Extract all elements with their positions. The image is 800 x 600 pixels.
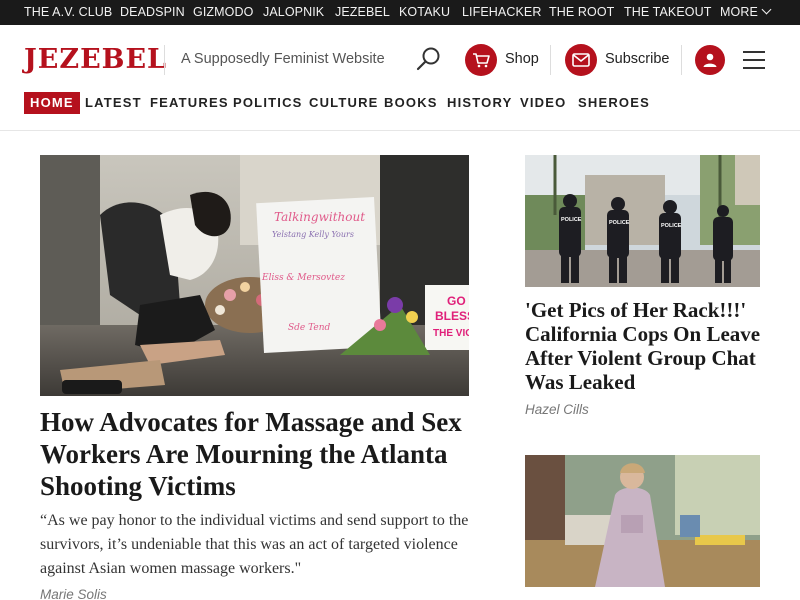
network-more-button[interactable]: MORE [720,4,772,19]
side-story-image[interactable]: POLICE POLICE POLICE [525,155,760,287]
nav-item-history[interactable]: HISTORY [447,92,512,114]
network-link-thetakeout[interactable]: THE TAKEOUT [624,5,711,19]
sign-text: Sde Tend [288,323,331,333]
network-bar: THE A.V. CLUB DEADSPIN GIZMODO JALOPNIK … [0,0,800,25]
account-button[interactable] [695,45,725,75]
side-story-author[interactable]: Hazel Cills [525,402,589,417]
more-label: MORE [720,5,758,19]
network-link-theroot[interactable]: THE ROOT [549,5,614,19]
subscribe-button[interactable] [565,44,597,76]
network-link-jezebel[interactable]: JEZEBEL [335,5,390,19]
subscribe-label[interactable]: Subscribe [605,51,669,67]
side-story-image[interactable] [525,455,760,587]
section-nav: HOME LATEST FEATURES POLITICS CULTURE BO… [0,92,800,114]
nav-item-features[interactable]: FEATURES [150,92,229,114]
nav-item-politics[interactable]: POLITICS [233,92,303,114]
main-story-author[interactable]: Marie Solis [40,587,107,600]
nav-item-sheroes[interactable]: SHEROES [578,92,650,114]
side-story-title[interactable]: 'Get Pics of Her Rack!!!' California Cop… [525,298,765,394]
officer-vest-text: POLICE [561,217,582,223]
officer-vest-text: POLICE [609,220,630,226]
site-logo[interactable]: JEZEBEL [24,42,167,78]
header-divider [164,45,165,75]
sign-text: Yelstang Kelly Yours [272,230,354,239]
search-icon[interactable] [414,45,442,73]
header-divider [550,45,551,75]
chevron-down-icon [761,4,772,15]
nav-item-video[interactable]: VIDEO [520,92,566,114]
user-icon [703,53,717,67]
sign-text: Talkingwithout [274,210,365,224]
main-story-excerpt: “As we pay honor to the individual victi… [40,512,469,577]
main-story-title[interactable]: How Advocates for Massage and Sex Worker… [40,406,470,502]
nav-item-culture[interactable]: CULTURE [309,92,379,114]
header-divider [681,45,682,75]
site-tagline: A Supposedly Feminist Website [181,51,385,67]
header-rule [0,130,800,131]
sign-text: GO [447,294,466,308]
shop-label[interactable]: Shop [505,51,539,67]
network-link-lifehacker[interactable]: LIFEHACKER [462,5,542,19]
sign-text: Eliss & Mersovtez [261,273,345,283]
officer-vest-text: POLICE [661,223,682,229]
sign-text: THE VICT [433,328,469,339]
mail-icon [572,53,590,67]
nav-item-latest[interactable]: LATEST [85,92,142,114]
sign-text: BLESS [435,309,469,323]
network-link-jalopnik[interactable]: JALOPNIK [263,5,324,19]
network-link-deadspin[interactable]: DEADSPIN [120,5,185,19]
nav-item-home[interactable]: HOME [24,92,80,114]
hamburger-menu-icon[interactable] [743,50,765,70]
network-link-kotaku[interactable]: KOTAKU [399,5,450,19]
network-link-avclub[interactable]: THE A.V. CLUB [24,5,112,19]
network-link-gizmodo[interactable]: GIZMODO [193,5,253,19]
cart-icon [473,53,490,68]
nav-item-books[interactable]: BOOKS [384,92,438,114]
main-story-image[interactable]: Talkingwithout Yelstang Kelly Yours Elis… [40,155,469,396]
shop-button[interactable] [465,44,497,76]
